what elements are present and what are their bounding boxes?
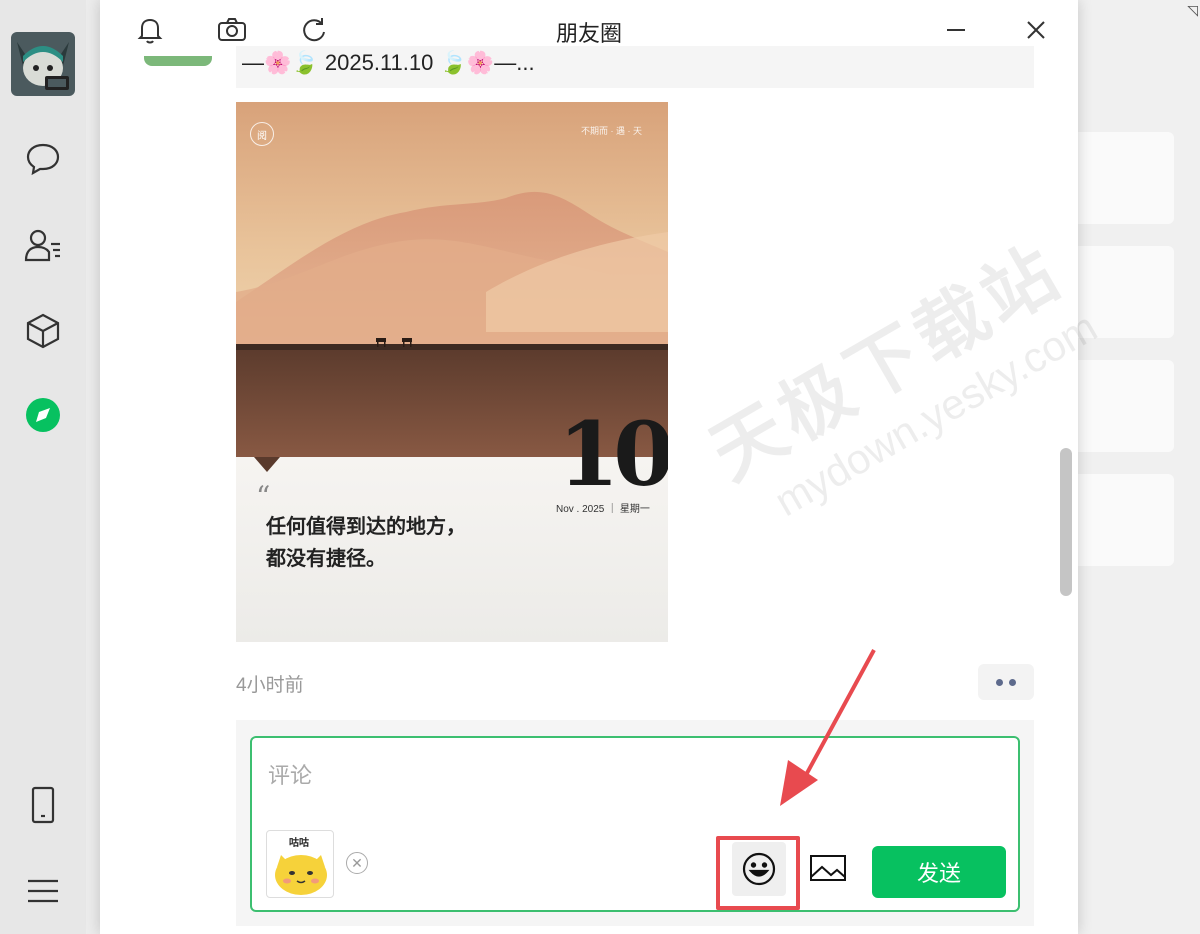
sticker-attachment[interactable]: 咕咕: [266, 830, 334, 898]
contacts-icon[interactable]: [20, 222, 66, 268]
quote-mark-icon: “: [256, 480, 271, 513]
image-caption-top: 不期而 · 遇 · 天: [581, 126, 642, 136]
minimize-icon[interactable]: [936, 10, 976, 50]
image-day-number: 10: [558, 402, 668, 506]
phone-icon[interactable]: [20, 782, 66, 828]
post-text: —🌸🍃 2025.11.10 🍃🌸—...: [236, 46, 1034, 88]
sender-avatar[interactable]: [144, 56, 212, 66]
close-icon[interactable]: [1016, 10, 1056, 50]
comment-placeholder: 评论: [268, 763, 313, 788]
post-timestamp: 4小时前: [236, 675, 304, 696]
background-list-item: [1076, 360, 1174, 452]
comment-input[interactable]: 评论 咕咕 ✕ 发送: [250, 736, 1020, 912]
cube-icon[interactable]: [20, 308, 66, 354]
pin-icon: ◹: [1187, 2, 1198, 18]
post-image[interactable]: 阅 不期而 · 遇 · 天 “ 任何值得到达的地方， 都没有捷径。 10 Nov…: [236, 102, 668, 642]
dot-icon: [1009, 678, 1016, 686]
send-button[interactable]: 发送: [872, 846, 1006, 898]
image-picker-icon[interactable]: [808, 850, 848, 886]
remove-sticker-icon[interactable]: ✕: [346, 852, 368, 874]
user-avatar[interactable]: [11, 32, 75, 96]
emoji-icon[interactable]: [732, 842, 786, 896]
moments-compass-icon[interactable]: [20, 392, 66, 438]
image-quote: 任何值得到达的地方， 都没有捷径。: [266, 510, 466, 574]
quote-line: 都没有捷径。: [266, 546, 386, 570]
comment-section: 评论 咕咕 ✕ 发送: [236, 720, 1034, 926]
dot-icon: [996, 678, 1003, 686]
background-list-item: [1076, 474, 1174, 566]
background-list-item: [1076, 246, 1174, 338]
moments-window: 朋友圈 —🌸🍃 2025.11.10 🍃🌸—... 阅 不期而 · 遇 · 天 …: [100, 0, 1078, 934]
nav-rail: [0, 0, 86, 934]
background-list-item: [1076, 132, 1174, 224]
quote-line: 任何值得到达的地方，: [266, 514, 466, 538]
more-actions-button[interactable]: [978, 664, 1034, 700]
image-date-caption: Nov . 2025 ｜ 星期一: [556, 504, 650, 515]
window-title: 朋友圈: [555, 21, 622, 46]
scrollbar[interactable]: [1060, 448, 1072, 596]
menu-icon[interactable]: [20, 868, 66, 914]
chat-icon[interactable]: [20, 136, 66, 182]
image-logo: 阅: [250, 122, 274, 146]
